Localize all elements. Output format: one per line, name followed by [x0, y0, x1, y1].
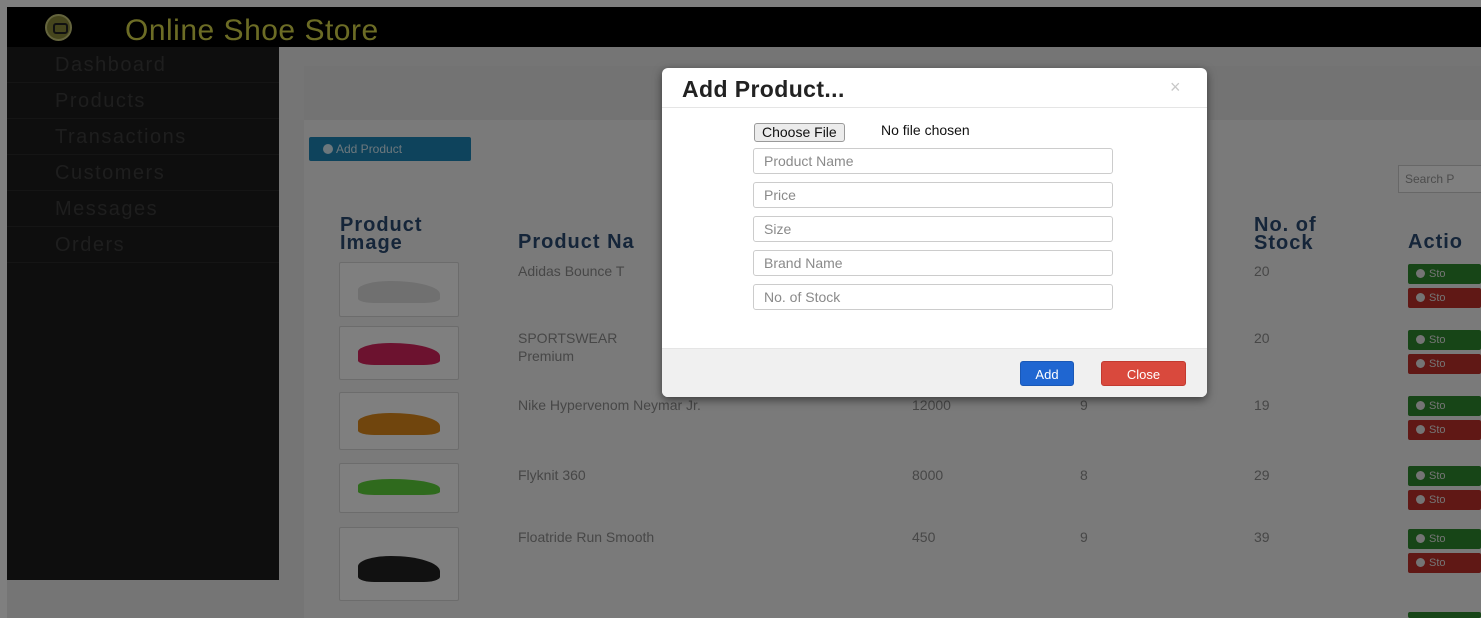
- file-status-text: No file chosen: [881, 122, 970, 138]
- add-button[interactable]: Add: [1020, 361, 1074, 386]
- price-field[interactable]: [753, 182, 1113, 208]
- stock-field[interactable]: [753, 284, 1113, 310]
- size-field[interactable]: [753, 216, 1113, 242]
- close-icon[interactable]: ×: [1170, 77, 1181, 98]
- choose-file-button[interactable]: Choose File: [754, 123, 845, 142]
- product-name-field[interactable]: [753, 148, 1113, 174]
- add-product-modal: Add Product... × Choose File No file cho…: [662, 68, 1207, 397]
- modal-header: Add Product... ×: [662, 68, 1207, 108]
- close-button[interactable]: Close: [1101, 361, 1186, 386]
- modal-title: Add Product...: [682, 76, 845, 102]
- brand-name-field[interactable]: [753, 250, 1113, 276]
- modal-footer: Add Close: [662, 348, 1207, 397]
